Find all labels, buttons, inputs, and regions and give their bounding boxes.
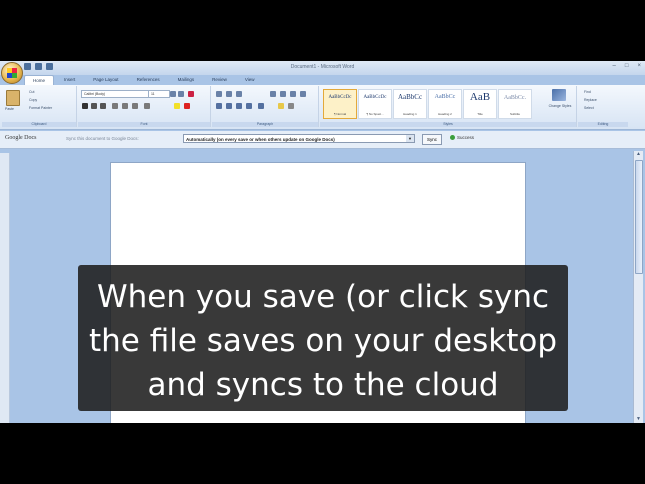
underline-icon[interactable] bbox=[100, 103, 106, 109]
paragraph-group-label: Paragraph bbox=[212, 122, 318, 127]
caption-line-2: the file saves on your desktop bbox=[88, 323, 558, 359]
clear-format-icon[interactable] bbox=[188, 91, 194, 97]
align-left-icon[interactable] bbox=[216, 103, 222, 109]
show-marks-icon[interactable] bbox=[300, 91, 306, 97]
maximize-button[interactable]: □ bbox=[625, 63, 629, 69]
strikethrough-icon[interactable] bbox=[112, 103, 118, 109]
decrease-indent-icon[interactable] bbox=[270, 91, 276, 97]
style-heading-1[interactable]: AaBbCc Heading 1 bbox=[393, 89, 427, 119]
editing-group: Find Replace Select Editing bbox=[578, 86, 628, 127]
window-controls: – □ × bbox=[613, 63, 641, 69]
copy-button[interactable]: Copy bbox=[29, 98, 37, 102]
tab-insert[interactable]: Insert bbox=[56, 75, 83, 85]
shading-icon[interactable] bbox=[278, 103, 284, 109]
sync-status: Success bbox=[450, 135, 475, 141]
grow-font-icon[interactable] bbox=[170, 91, 176, 97]
ribbon: Paste Cut Copy Format Painter Clipboard … bbox=[0, 85, 645, 130]
bold-icon[interactable] bbox=[82, 103, 88, 109]
scrollbar-thumb[interactable] bbox=[635, 160, 643, 274]
paste-icon[interactable] bbox=[6, 90, 20, 106]
sync-label: Sync this document to Google Docs: bbox=[66, 136, 139, 141]
borders-icon[interactable] bbox=[288, 103, 294, 109]
sync-mode-select[interactable]: Automatically (on every save or when oth… bbox=[183, 134, 415, 143]
style-normal[interactable]: AaBbCcDc ¶ Normal bbox=[323, 89, 357, 119]
styles-group: AaBbCcDc ¶ Normal AaBbCcDc ¶ No Spaci...… bbox=[320, 86, 577, 127]
sort-icon[interactable] bbox=[290, 91, 296, 97]
font-color-icon[interactable] bbox=[184, 103, 190, 109]
bullets-icon[interactable] bbox=[216, 91, 222, 97]
align-right-icon[interactable] bbox=[236, 103, 242, 109]
tab-view[interactable]: View bbox=[237, 75, 263, 85]
paragraph-group: Paragraph bbox=[212, 86, 319, 127]
caption-overlay: When you save (or click sync the file sa… bbox=[78, 265, 568, 411]
sync-status-text: Success bbox=[457, 135, 475, 140]
styles-group-label: Styles bbox=[320, 122, 576, 127]
office-button[interactable] bbox=[1, 62, 23, 84]
justify-icon[interactable] bbox=[246, 103, 252, 109]
sync-button[interactable]: Sync bbox=[422, 134, 442, 145]
font-group-label: Font bbox=[78, 122, 210, 127]
italic-icon[interactable] bbox=[91, 103, 97, 109]
success-icon bbox=[450, 135, 455, 141]
subscript-icon[interactable] bbox=[122, 103, 128, 109]
change-styles-icon[interactable] bbox=[552, 89, 566, 101]
tab-references[interactable]: References bbox=[129, 75, 168, 85]
line-spacing-icon[interactable] bbox=[258, 103, 264, 109]
google-docs-toolbar: Google Docs Sync this document to Google… bbox=[0, 131, 645, 149]
find-button[interactable]: Find bbox=[584, 90, 591, 94]
caption-line-1: When you save (or click sync bbox=[96, 279, 550, 315]
chevron-down-icon[interactable]: ▼ bbox=[406, 135, 414, 142]
caption-line-3: and syncs to the cloud bbox=[147, 367, 499, 403]
google-docs-menu[interactable]: Google Docs bbox=[5, 135, 37, 141]
increase-indent-icon[interactable] bbox=[280, 91, 286, 97]
vertical-scrollbar[interactable]: ▲ ▼ bbox=[633, 151, 643, 423]
style-no-spacing[interactable]: AaBbCcDc ¶ No Spaci... bbox=[358, 89, 392, 119]
highlight-icon[interactable] bbox=[174, 103, 180, 109]
superscript-icon[interactable] bbox=[132, 103, 138, 109]
editing-group-label: Editing bbox=[578, 122, 628, 127]
ribbon-tabs: Home Insert Page Layout References Maili… bbox=[24, 75, 263, 85]
tab-mailings[interactable]: Mailings bbox=[170, 75, 203, 85]
align-center-icon[interactable] bbox=[226, 103, 232, 109]
change-styles-button[interactable]: Change Styles bbox=[546, 104, 574, 108]
numbering-icon[interactable] bbox=[226, 91, 232, 97]
scroll-up-icon[interactable]: ▲ bbox=[635, 151, 642, 158]
replace-button[interactable]: Replace bbox=[584, 98, 597, 102]
style-subtitle[interactable]: AaBbCc. Subtitle bbox=[498, 89, 532, 119]
paste-button[interactable]: Paste bbox=[5, 107, 14, 111]
window-title: Document1 - Microsoft Word bbox=[290, 64, 355, 70]
style-heading-2[interactable]: AaBbCc Heading 2 bbox=[428, 89, 462, 119]
sync-mode-value: Automatically (on every save or when oth… bbox=[186, 137, 335, 142]
clipboard-group: Paste Cut Copy Format Painter Clipboard bbox=[2, 86, 77, 127]
tab-home[interactable]: Home bbox=[24, 75, 55, 85]
font-name-select[interactable]: Calibri (Body) bbox=[81, 90, 149, 98]
cut-button[interactable]: Cut bbox=[29, 90, 34, 94]
font-group: Calibri (Body) 11 Font bbox=[78, 86, 211, 127]
clipboard-group-label: Clipboard bbox=[2, 122, 76, 127]
style-title[interactable]: AaB Title bbox=[463, 89, 497, 119]
multilevel-list-icon[interactable] bbox=[236, 91, 242, 97]
vertical-ruler bbox=[0, 153, 10, 423]
change-case-icon[interactable] bbox=[144, 103, 150, 109]
tab-page-layout[interactable]: Page Layout bbox=[85, 75, 126, 85]
shrink-font-icon[interactable] bbox=[178, 91, 184, 97]
close-button[interactable]: × bbox=[637, 63, 641, 69]
title-bar: Document1 - Microsoft Word – □ × bbox=[0, 61, 645, 75]
font-size-select[interactable]: 11 bbox=[148, 90, 170, 98]
format-painter-button[interactable]: Format Painter bbox=[29, 106, 52, 110]
minimize-button[interactable]: – bbox=[613, 63, 616, 69]
scroll-down-icon[interactable]: ▼ bbox=[635, 416, 642, 423]
select-button[interactable]: Select bbox=[584, 106, 594, 110]
tab-review[interactable]: Review bbox=[204, 75, 235, 85]
